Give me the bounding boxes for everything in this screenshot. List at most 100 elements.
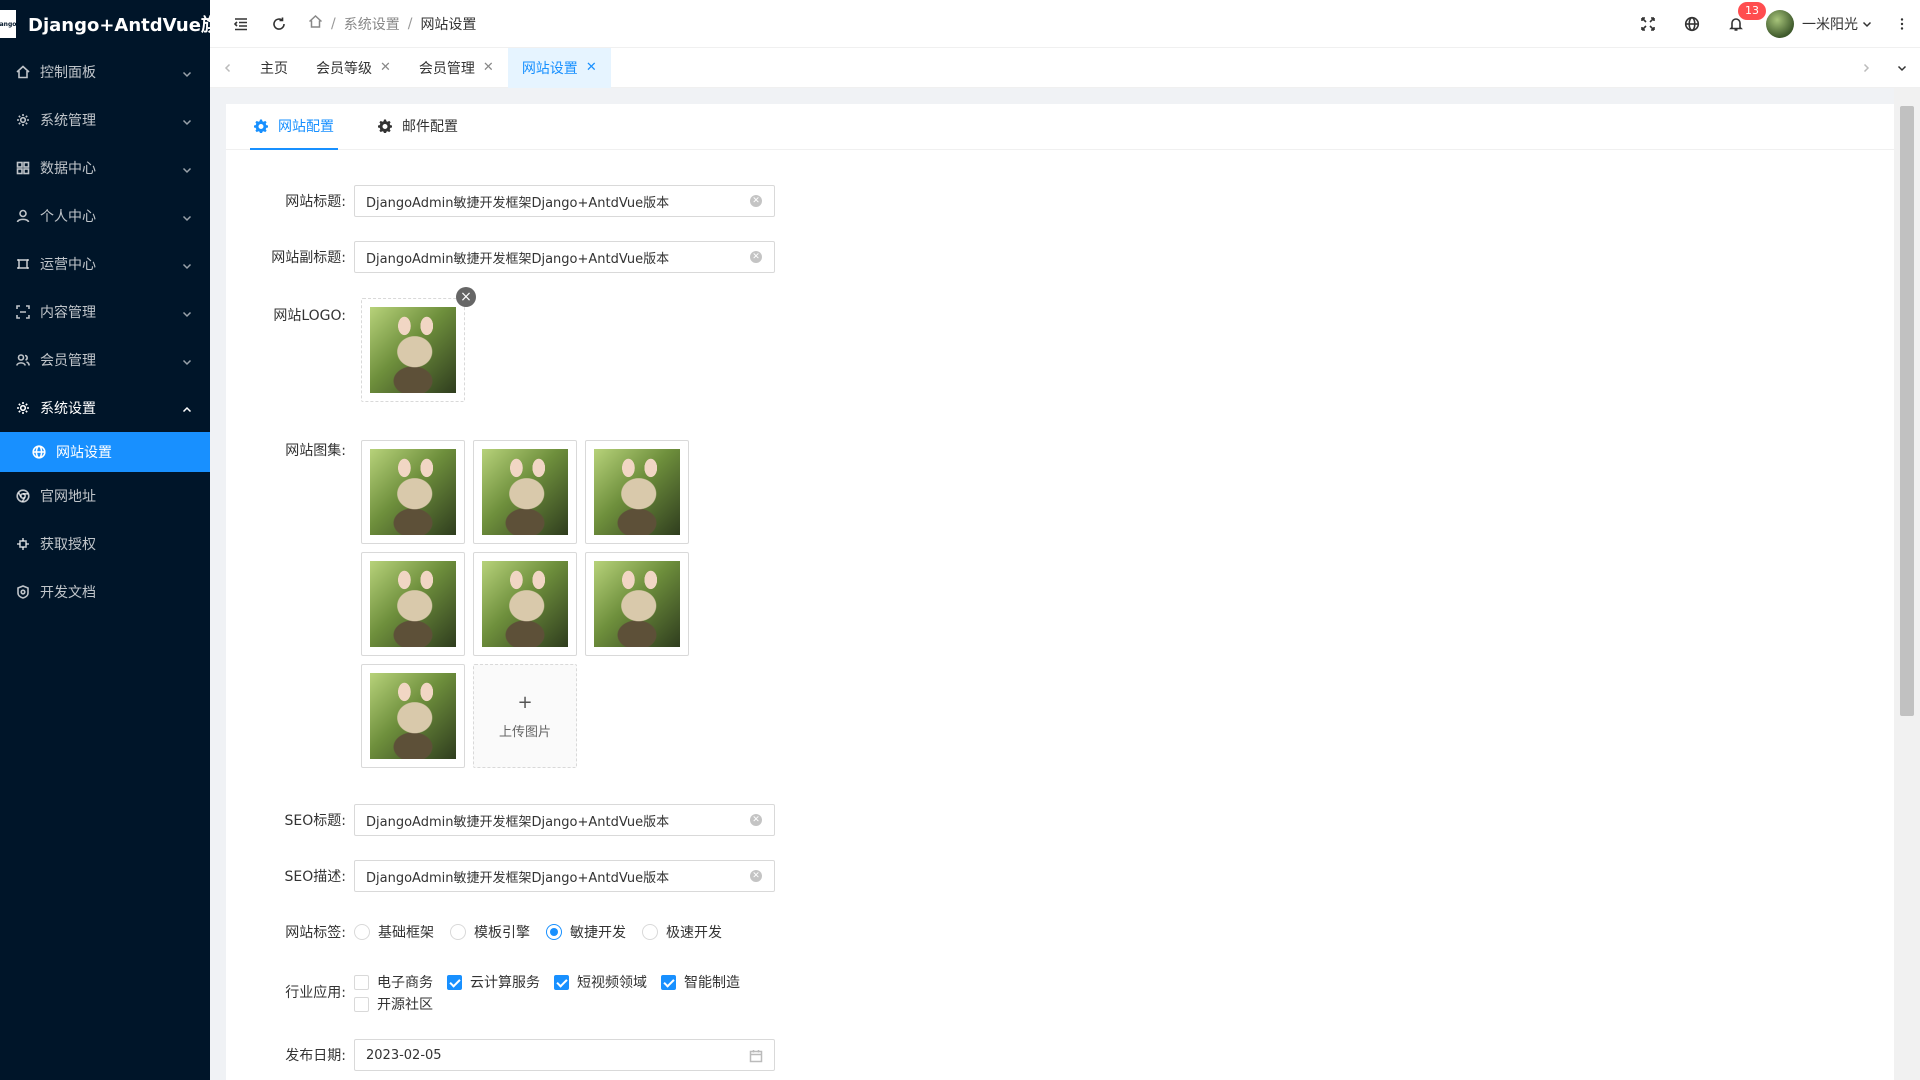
form-row-site-title: 网站标题: DjangoAdmin敏捷开发框架Django+AntdVue版本 … [226, 185, 775, 217]
plug-icon [16, 537, 30, 551]
sidebar-item-official-site[interactable]: 官网地址 [0, 472, 210, 520]
checkbox-option[interactable]: 开源社区 [354, 993, 433, 1015]
breadcrumb: / 系统设置 / 网站设置 [308, 14, 476, 34]
gallery-image[interactable] [361, 552, 465, 656]
sidebar-item-label: 内容管理 [40, 305, 96, 321]
sidebar-item-data-center[interactable]: 数据中心 [0, 144, 210, 192]
gallery-image[interactable] [473, 440, 577, 544]
sidebar-item-personal-center[interactable]: 个人中心 [0, 192, 210, 240]
clear-icon[interactable]: ✕ [750, 195, 762, 207]
tabs-dropdown-icon[interactable] [1884, 48, 1920, 88]
field-label: 网站副标题: [271, 250, 346, 266]
home-icon [16, 65, 30, 79]
gallery-image[interactable] [361, 664, 465, 768]
user-icon [16, 209, 30, 223]
tab-website-settings[interactable]: 网站设置 ✕ [507, 47, 611, 88]
gear-icon [254, 119, 268, 133]
gallery-image[interactable] [585, 440, 689, 544]
reload-icon[interactable] [260, 0, 298, 48]
language-globe-icon[interactable] [1670, 0, 1714, 48]
sidebar-item-dashboard[interactable]: 控制面板 [0, 48, 210, 96]
sidebar-item-content-management[interactable]: 内容管理 [0, 288, 210, 336]
checkbox-option[interactable]: 云计算服务 [447, 971, 540, 993]
chevron-down-icon [182, 307, 192, 318]
clear-icon[interactable]: ✕ [750, 251, 762, 263]
gallery-image[interactable] [361, 440, 465, 544]
seo-description-input[interactable]: DjangoAdmin敏捷开发框架Django+AntdVue版本 ✕ [354, 860, 775, 892]
avatar [1766, 10, 1794, 38]
grid-icon [16, 161, 30, 175]
gear-icon [16, 113, 30, 127]
notification-badge: 13 [1738, 2, 1766, 20]
site-subtitle-input[interactable]: DjangoAdmin敏捷开发框架Django+AntdVue版本 ✕ [354, 241, 775, 273]
globe-icon [32, 445, 46, 459]
field-label: SEO标题: [284, 813, 346, 829]
sidebar-item-member-management[interactable]: 会员管理 [0, 336, 210, 384]
home-icon[interactable] [308, 14, 323, 33]
sidebar-item-get-license[interactable]: 获取授权 [0, 520, 210, 568]
subtab-site-config[interactable]: 网站配置 [250, 103, 338, 150]
page-tabs-bar: 主页 会员等级 ✕ 会员管理 ✕ 网站设置 ✕ [210, 47, 1920, 88]
more-vertical-icon[interactable] [1884, 0, 1920, 48]
clear-icon[interactable]: ✕ [750, 814, 762, 826]
gallery-image[interactable] [473, 552, 577, 656]
close-icon[interactable]: ✕ [586, 60, 597, 75]
form-row-site-subtitle: 网站副标题: DjangoAdmin敏捷开发框架Django+AntdVue版本… [226, 241, 775, 273]
tabs-scroll-right-icon[interactable] [1848, 48, 1884, 88]
sidebar-item-label: 系统管理 [40, 113, 96, 129]
subtab-mail-config[interactable]: 邮件配置 [378, 103, 458, 149]
user-menu[interactable]: 一米阳光 [1766, 10, 1872, 38]
checkbox-option[interactable]: 短视频领域 [554, 971, 647, 993]
menu-fold-icon[interactable] [222, 0, 260, 48]
chevron-up-icon [182, 403, 192, 413]
upload-image-button[interactable]: + 上传图片 [473, 664, 577, 768]
publish-date-picker[interactable]: 2023-02-05 [354, 1039, 775, 1071]
chrome-icon [16, 489, 30, 503]
radio-option[interactable]: 基础框架 [354, 922, 434, 942]
app-title: Django+AntdVue旗舰版 [28, 15, 210, 36]
gallery-image[interactable] [585, 552, 689, 656]
fullscreen-icon[interactable] [1626, 0, 1670, 48]
radio-option[interactable]: 极速开发 [642, 922, 722, 942]
doc-icon [16, 585, 30, 599]
checkbox-option[interactable]: 智能制造 [661, 971, 740, 993]
field-label: 发布日期: [285, 1048, 346, 1064]
sidebar-item-label: 系统设置 [40, 401, 96, 417]
input-value: DjangoAdmin敏捷开发框架Django+AntdVue版本 [366, 195, 670, 211]
logo-image [370, 307, 456, 393]
scrollbar-thumb[interactable] [1900, 106, 1914, 716]
tab-home[interactable]: 主页 [246, 48, 302, 88]
sidebar-subitem-website-settings[interactable]: 网站设置 [0, 432, 210, 472]
sidebar-item-operations-center[interactable]: 运营中心 [0, 240, 210, 288]
radio-option[interactable]: 模板引擎 [450, 922, 530, 942]
sidebar-item-dev-docs[interactable]: 开发文档 [0, 568, 210, 616]
site-title-input[interactable]: DjangoAdmin敏捷开发框架Django+AntdVue版本 ✕ [354, 185, 775, 217]
close-icon[interactable]: ✕ [380, 60, 391, 75]
sidebar-item-system-settings[interactable]: 系统设置 [0, 384, 210, 432]
form-row-industry: 行业应用: 电子商务 云计算服务 短视频领域 智能制造 开源社区 [226, 971, 794, 1015]
remove-image-icon[interactable]: × [456, 287, 476, 307]
radio-option-selected[interactable]: 敏捷开发 [546, 922, 626, 942]
breadcrumb-item[interactable]: 系统设置 [344, 14, 400, 34]
close-icon[interactable]: ✕ [483, 60, 494, 75]
seo-title-input[interactable]: DjangoAdmin敏捷开发框架Django+AntdVue版本 ✕ [354, 804, 775, 836]
form-row-site-logo: 网站LOGO: [226, 297, 354, 325]
tab-member-level[interactable]: 会员等级 ✕ [302, 48, 405, 88]
logo-preview[interactable]: × [361, 287, 476, 402]
tab-member-management[interactable]: 会员管理 ✕ [405, 48, 508, 88]
clear-icon[interactable]: ✕ [750, 870, 762, 882]
frame-icon [16, 257, 30, 271]
form-row-site-gallery: 网站图集: [226, 440, 354, 460]
chevron-down-icon [182, 67, 192, 78]
tab-label: 主页 [260, 60, 288, 77]
form-row-publish-date: 发布日期: 2023-02-05 [226, 1039, 775, 1071]
checkbox-option[interactable]: 电子商务 [354, 971, 433, 993]
app-header: ango Django+AntdVue旗舰版 [0, 0, 210, 48]
tabs-scroll-left-icon[interactable] [210, 48, 246, 88]
chevron-down-icon [1862, 21, 1872, 28]
user-name: 一米阳光 [1802, 17, 1858, 33]
header-actions: 13 一米阳光 [1626, 0, 1920, 48]
sidebar-item-system-management[interactable]: 系统管理 [0, 96, 210, 144]
upload-label: 上传图片 [498, 725, 551, 740]
notification-bell-icon[interactable]: 13 [1714, 0, 1766, 48]
